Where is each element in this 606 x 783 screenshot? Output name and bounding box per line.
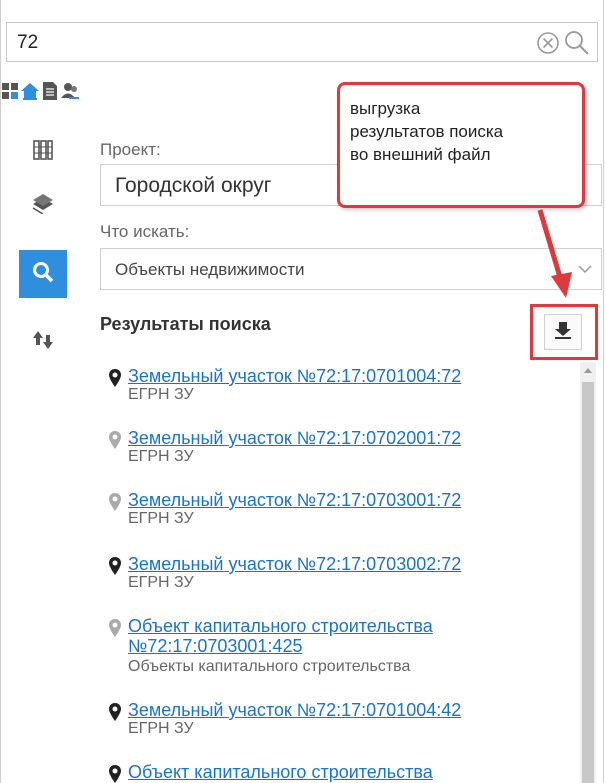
sidebar-sort[interactable] xyxy=(19,318,67,366)
clear-icon[interactable] xyxy=(535,30,561,56)
result-link[interactable]: Объект капитального строительства xyxy=(128,762,433,782)
result-link[interactable]: Земельный участок №72:17:0702001:72 xyxy=(128,428,461,448)
chevron-down-icon xyxy=(577,261,593,282)
map-pin-icon xyxy=(108,556,122,581)
search-icon[interactable] xyxy=(563,29,591,57)
download-highlight xyxy=(530,304,598,360)
result-link[interactable]: Земельный участок №72:17:0703002:72 xyxy=(128,554,461,574)
result-link[interactable]: Земельный участок №72:17:0701004:42 xyxy=(128,700,461,720)
map-pin-icon xyxy=(108,764,122,783)
callout-text: выгрузка результатов поиска во внешний фай… xyxy=(350,99,504,164)
sidebar-search[interactable] xyxy=(19,250,67,298)
results-title: Результаты поиска xyxy=(100,314,271,334)
project-label: Проект: xyxy=(100,140,161,159)
result-type: ЕГРН ЗУ xyxy=(128,448,194,465)
search-input[interactable] xyxy=(15,27,519,59)
layers-icon xyxy=(30,190,56,219)
scroll-up-icon[interactable] xyxy=(582,364,594,378)
home-icon[interactable] xyxy=(20,80,40,102)
sidebar-columns[interactable] xyxy=(19,128,67,176)
result-type: ЕГРН ЗУ xyxy=(128,720,194,737)
scrollbar-thumb[interactable] xyxy=(582,382,594,783)
result-link[interactable]: Земельный участок №72:17:0701004:72 xyxy=(128,366,461,386)
map-pin-icon xyxy=(108,702,122,727)
result-type: ЕГРН ЗУ xyxy=(128,510,194,527)
what-label: Что искать: xyxy=(100,222,190,241)
sort-arrows-icon xyxy=(31,329,55,356)
callout: выгрузка результатов поиска во внешний фай… xyxy=(337,82,585,208)
search-bar xyxy=(6,22,598,62)
result-type: ЕГРН ЗУ xyxy=(128,574,194,591)
users-icon[interactable] xyxy=(60,80,80,102)
result-link[interactable]: Земельный участок №72:17:0703001:72 xyxy=(128,490,461,510)
map-pin-icon xyxy=(108,492,122,517)
search-icon xyxy=(31,260,55,289)
columns-icon xyxy=(32,139,54,166)
results-list: Земельный участок №72:17:0701004:72 ЕГРН… xyxy=(100,358,604,783)
result-link[interactable]: Объект капитального строительства №72:17:… xyxy=(128,616,433,656)
sidebar-layers[interactable] xyxy=(19,180,67,228)
what-value: Объекты недвижимости xyxy=(115,260,305,279)
project-value: Городской округ xyxy=(115,174,272,197)
toolbar xyxy=(0,78,80,104)
result-type: ЕГРН ЗУ xyxy=(128,386,194,403)
map-pin-icon xyxy=(108,430,122,455)
what-select[interactable]: Объекты недвижимости xyxy=(100,248,602,290)
document-icon[interactable] xyxy=(40,80,60,102)
result-type: Объекты капитального строительства xyxy=(128,658,411,675)
map-pin-icon xyxy=(108,368,122,393)
map-pin-icon xyxy=(108,618,122,643)
grid-layers-icon[interactable] xyxy=(0,80,20,102)
